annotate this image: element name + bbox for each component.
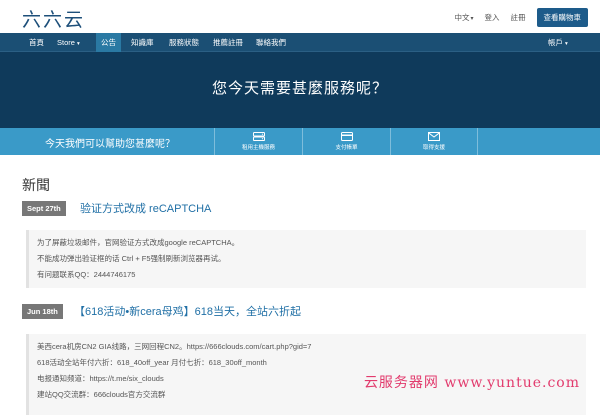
pay-bills-label: 支付帳單 xyxy=(335,145,358,151)
chevron-down-icon: ▾ xyxy=(565,41,568,47)
post-body: 为了屏蔽垃圾邮件，官网验证方式改成google reCAPTCHA。 不能成功弹… xyxy=(26,230,586,288)
view-cart-button[interactable]: 查看購物車 xyxy=(536,8,588,27)
post-body-line: 有问题联系QQ：2444746175 xyxy=(37,270,136,279)
nav-item-knowledgebase[interactable]: 知識庫 xyxy=(126,33,159,52)
help-bar: 今天我們可以幫助您甚麼呢？ 租用主機服務 支付帳單 取得支援 xyxy=(0,128,600,155)
nav-item-account[interactable]: 帳戶 ▾ xyxy=(543,33,573,52)
post-headline-link[interactable]: 【618活动•新cera母鸡】618当天，全站六折起 xyxy=(74,303,301,319)
nav-item-contact[interactable]: 聯絡我們 xyxy=(251,33,291,52)
nav-item-store[interactable]: Store ▾ xyxy=(52,33,85,52)
main-nav: 首頁 Store ▾ 公告 知識庫 服務狀態 推薦註冊 聯絡我們 帳戶 ▾ xyxy=(0,33,600,52)
top-links: 中文▾ 登入 註冊 查看購物車 xyxy=(454,8,588,27)
nav-item-account-label: 帳戶 xyxy=(548,38,563,47)
news-section-title: 新聞 xyxy=(22,177,50,193)
nav-item-announcements[interactable]: 公告 xyxy=(96,33,121,52)
nav-item-affiliates[interactable]: 推薦註冊 xyxy=(208,33,248,52)
post-headline-link[interactable]: 验证方式改成 reCAPTCHA xyxy=(80,200,211,216)
order-hosting-button[interactable]: 租用主機服務 xyxy=(214,128,302,155)
post-body-line: 美西cera机房CN2 GIA线路，三网回程CN2。https://666clo… xyxy=(37,342,312,351)
chevron-down-icon: ▾ xyxy=(470,16,474,22)
nav-item-status[interactable]: 服務狀態 xyxy=(164,33,204,52)
post-date-badge: Jun 18th xyxy=(22,304,63,319)
nav-item-home[interactable]: 首頁 xyxy=(24,33,49,52)
watermark: 云服务器网 www.yuntue.com xyxy=(363,375,580,391)
order-hosting-label: 租用主機服務 xyxy=(241,145,275,151)
post-body-line: 为了屏蔽垃圾邮件，官网验证方式改成google reCAPTCHA。 xyxy=(37,238,240,247)
server-icon xyxy=(252,132,265,141)
get-support-button[interactable]: 取得支援 xyxy=(390,128,478,155)
hero-title: 您今天需要甚麼服務呢？ xyxy=(211,80,388,97)
post-date-badge: Sept 27th xyxy=(22,201,66,216)
top-header: 六六云 中文▾ 登入 註冊 查看購物車 xyxy=(0,0,600,33)
language-selector[interactable]: 中文▾ xyxy=(454,12,473,23)
pay-bills-button[interactable]: 支付帳單 xyxy=(302,128,390,155)
language-label: 中文 xyxy=(454,13,470,22)
hero-banner: 您今天需要甚麼服務呢？ xyxy=(0,52,600,128)
nav-item-store-label: Store xyxy=(57,38,75,47)
help-question: 今天我們可以幫助您甚麼呢？ xyxy=(45,139,175,150)
get-support-label: 取得支援 xyxy=(422,145,445,151)
site-logo[interactable]: 六六云 xyxy=(22,5,85,32)
post-body-line: 不能成功弹出验证框的话 Ctrl + F5强制刷新浏览器再试。 xyxy=(37,254,226,263)
login-link[interactable]: 登入 xyxy=(485,12,500,23)
register-link[interactable]: 註冊 xyxy=(511,12,526,23)
post-body-line: 618活动全站年付六折：618_40off_year 月付七折：618_30of… xyxy=(37,358,267,367)
envelope-icon xyxy=(428,132,440,141)
credit-card-icon xyxy=(340,132,353,141)
chevron-down-icon: ▾ xyxy=(76,41,80,47)
